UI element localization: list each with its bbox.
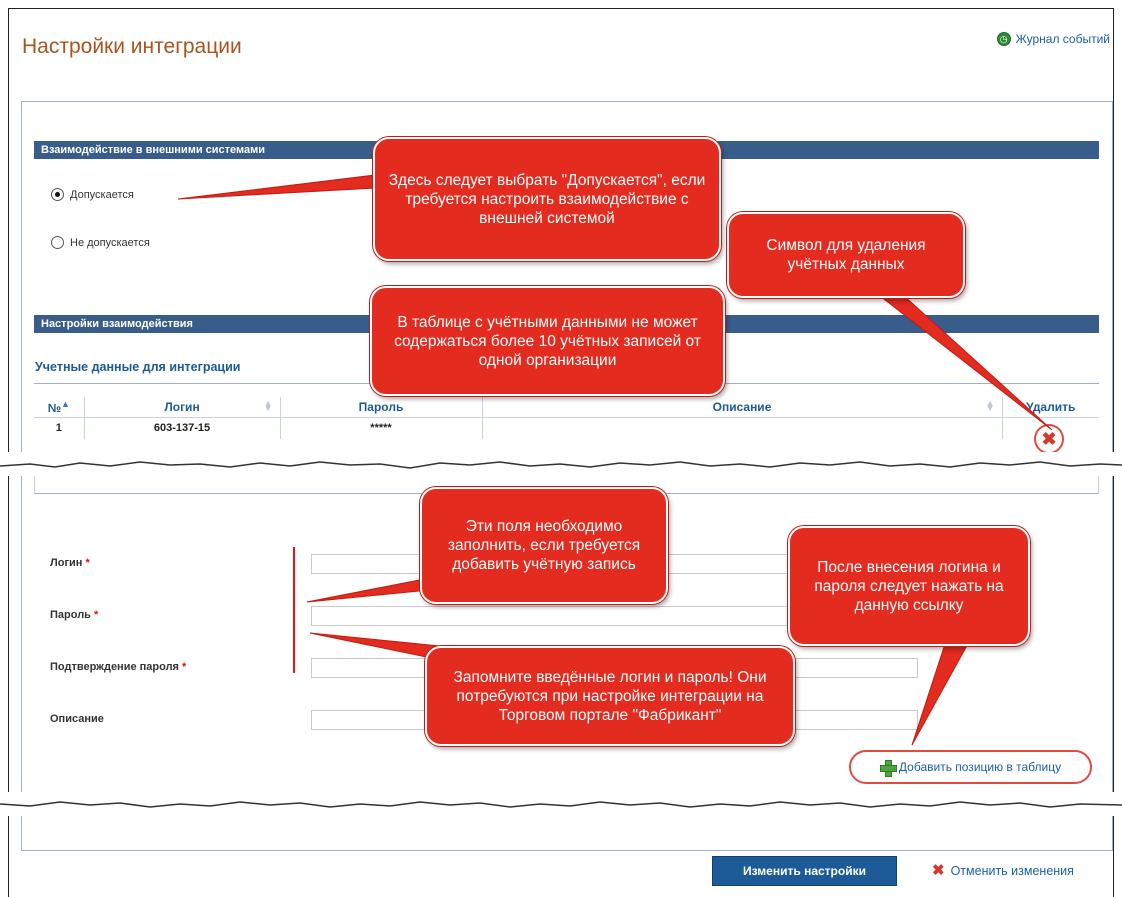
callout-remember: Запомните введённые логин и пароль! Они …: [425, 646, 795, 746]
callout-max-records: В таблице с учётными данными не может со…: [370, 286, 725, 396]
callout-delete-symbol: Символ для удаления учётных данных: [727, 212, 965, 298]
callout-fill-fields: Эти поля необходимо заполнить, если треб…: [420, 487, 668, 604]
callout-pointers: [177, 171, 1053, 746]
callout-after-entry: После внесения логина и пароля следует н…: [788, 526, 1030, 646]
callout-select-allowed: Здесь следует выбрать "Допускается", есл…: [373, 137, 721, 261]
